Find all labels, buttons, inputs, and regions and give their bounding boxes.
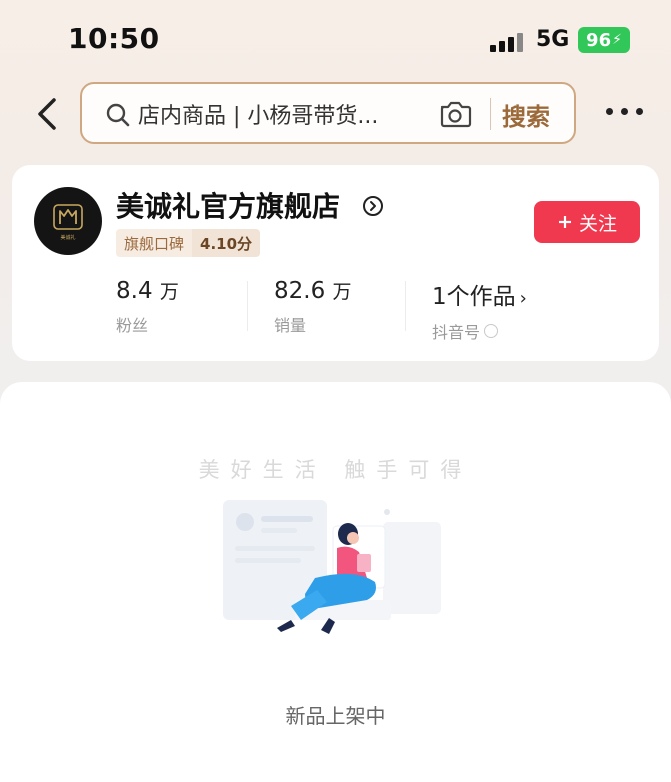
sales-value: 82.6 万 <box>274 278 352 304</box>
plus-icon <box>558 216 571 228</box>
search-bar[interactable]: 店内商品 | 小杨哥带货... 搜索 <box>80 82 576 144</box>
chevron-right-icon: › <box>519 288 527 309</box>
reputation-badge[interactable]: 旗舰口碑 4.10分 <box>116 229 261 257</box>
shop-card: 美诚礼 美诚礼官方旗舰店 旗舰口碑 4.10分 关注 8.4 万 粉丝 82.6… <box>12 165 659 361</box>
stat-divider <box>405 281 406 331</box>
status-time: 10:50 <box>68 22 160 55</box>
shop-logo-emblem-icon <box>53 203 83 230</box>
back-button[interactable] <box>30 94 66 134</box>
network-type: 5G <box>536 27 570 52</box>
works-value: 1个作品 › <box>432 284 527 310</box>
stat-works[interactable]: 1个作品 › 抖音号 <box>432 277 527 343</box>
signal-icon <box>490 30 523 52</box>
charging-bolt-icon: ⚡ <box>612 32 622 48</box>
fans-value: 8.4 万 <box>116 278 179 304</box>
stat-sales[interactable]: 82.6 万 销量 <box>274 277 352 336</box>
shop-name[interactable]: 美诚礼官方旗舰店 <box>116 185 340 225</box>
product-area: 美好生活 触手可得 新品上架中 <box>0 382 671 782</box>
empty-state-illustration <box>223 500 441 634</box>
camera-icon[interactable] <box>438 98 472 130</box>
logo-caption: 美诚礼 <box>60 234 76 241</box>
follow-label: 关注 <box>578 212 617 235</box>
more-icon[interactable] <box>606 108 643 115</box>
search-input[interactable]: 店内商品 | 小杨哥带货... <box>138 98 438 130</box>
badge-label: 旗舰口碑 <box>116 229 193 257</box>
stat-divider <box>247 281 248 331</box>
sales-label: 销量 <box>274 316 307 335</box>
follow-button[interactable]: 关注 <box>534 201 640 243</box>
badge-score: 4.10分 <box>192 229 261 257</box>
stat-fans[interactable]: 8.4 万 粉丝 <box>116 277 179 336</box>
fans-label: 粉丝 <box>116 316 149 335</box>
works-label: 抖音号 <box>432 319 527 343</box>
search-button[interactable]: 搜索 <box>502 97 550 132</box>
search-icon <box>106 103 130 127</box>
battery-icon: 96 ⚡ <box>578 27 630 53</box>
empty-state-text: 新品上架中 <box>285 704 386 728</box>
douyin-icon <box>484 324 499 338</box>
battery-level: 96 <box>586 29 612 51</box>
status-bar: 10:50 5G 96 ⚡ <box>0 0 671 80</box>
chevron-left-icon <box>38 98 56 130</box>
search-divider <box>490 98 491 130</box>
chevron-right-circle-icon[interactable] <box>362 195 384 217</box>
shop-logo[interactable]: 美诚礼 <box>34 187 102 255</box>
slogan: 美好生活 触手可得 <box>198 458 473 482</box>
